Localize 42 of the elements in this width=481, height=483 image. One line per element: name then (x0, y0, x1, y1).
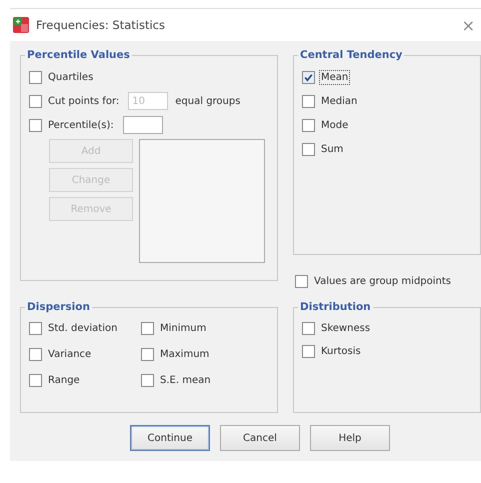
checkbox-label[interactable]: Std. deviation (47, 322, 118, 334)
checkbox-label[interactable]: Range (47, 374, 81, 386)
checkbox-label[interactable]: Variance (47, 348, 92, 360)
checkbox[interactable] (141, 348, 154, 360)
checkbox-label[interactable]: Maximum (159, 348, 210, 360)
dialog-button[interactable]: Cancel (220, 425, 300, 451)
close-button[interactable]: × (460, 16, 477, 34)
percentile-field[interactable] (122, 116, 163, 134)
checkbox-label[interactable]: Mean (320, 70, 350, 84)
dialog-button[interactable]: Help (310, 425, 390, 451)
checkbox-label[interactable]: Minimum (159, 322, 208, 334)
checkbox[interactable] (29, 348, 42, 360)
checkbox[interactable] (302, 344, 315, 358)
checkbox[interactable] (302, 94, 315, 108)
checkbox[interactable] (302, 118, 315, 132)
checkbox-label[interactable]: Quartiles (47, 70, 94, 84)
group-title: Distribution (299, 301, 372, 313)
checkbox[interactable] (302, 322, 315, 334)
group-title: Percentile Values (26, 49, 131, 61)
checkbox-label[interactable]: Percentile(s): (47, 118, 115, 132)
checkbox[interactable] (29, 70, 42, 84)
checkbox-label[interactable]: Skewness (320, 322, 372, 334)
checkbox[interactable] (29, 374, 42, 386)
group-title: Dispersion (26, 301, 91, 313)
dialog-button[interactable]: Continue (130, 425, 210, 451)
window-title: Frequencies: Statistics (36, 18, 165, 32)
checkbox[interactable] (29, 322, 42, 334)
checkbox-label[interactable]: Median (320, 94, 358, 108)
group-title: Central Tendency (299, 49, 404, 61)
percentile-list[interactable] (139, 139, 265, 263)
checkbox-label[interactable]: S.E. mean (159, 374, 212, 386)
checkbox[interactable] (141, 322, 154, 334)
checkbox-label[interactable]: Kurtosis (320, 344, 362, 358)
checkbox-label[interactable]: Sum (320, 142, 344, 156)
checkbox[interactable] (29, 118, 42, 132)
checkbox[interactable] (141, 374, 154, 386)
field-label: equal groups (175, 96, 240, 106)
checkbox-label[interactable]: Values are group midpoints (313, 274, 452, 288)
checkbox[interactable] (302, 70, 315, 84)
checkbox-label[interactable]: Mode (320, 118, 350, 132)
checkbox[interactable] (295, 274, 308, 288)
checkbox[interactable] (302, 142, 315, 156)
